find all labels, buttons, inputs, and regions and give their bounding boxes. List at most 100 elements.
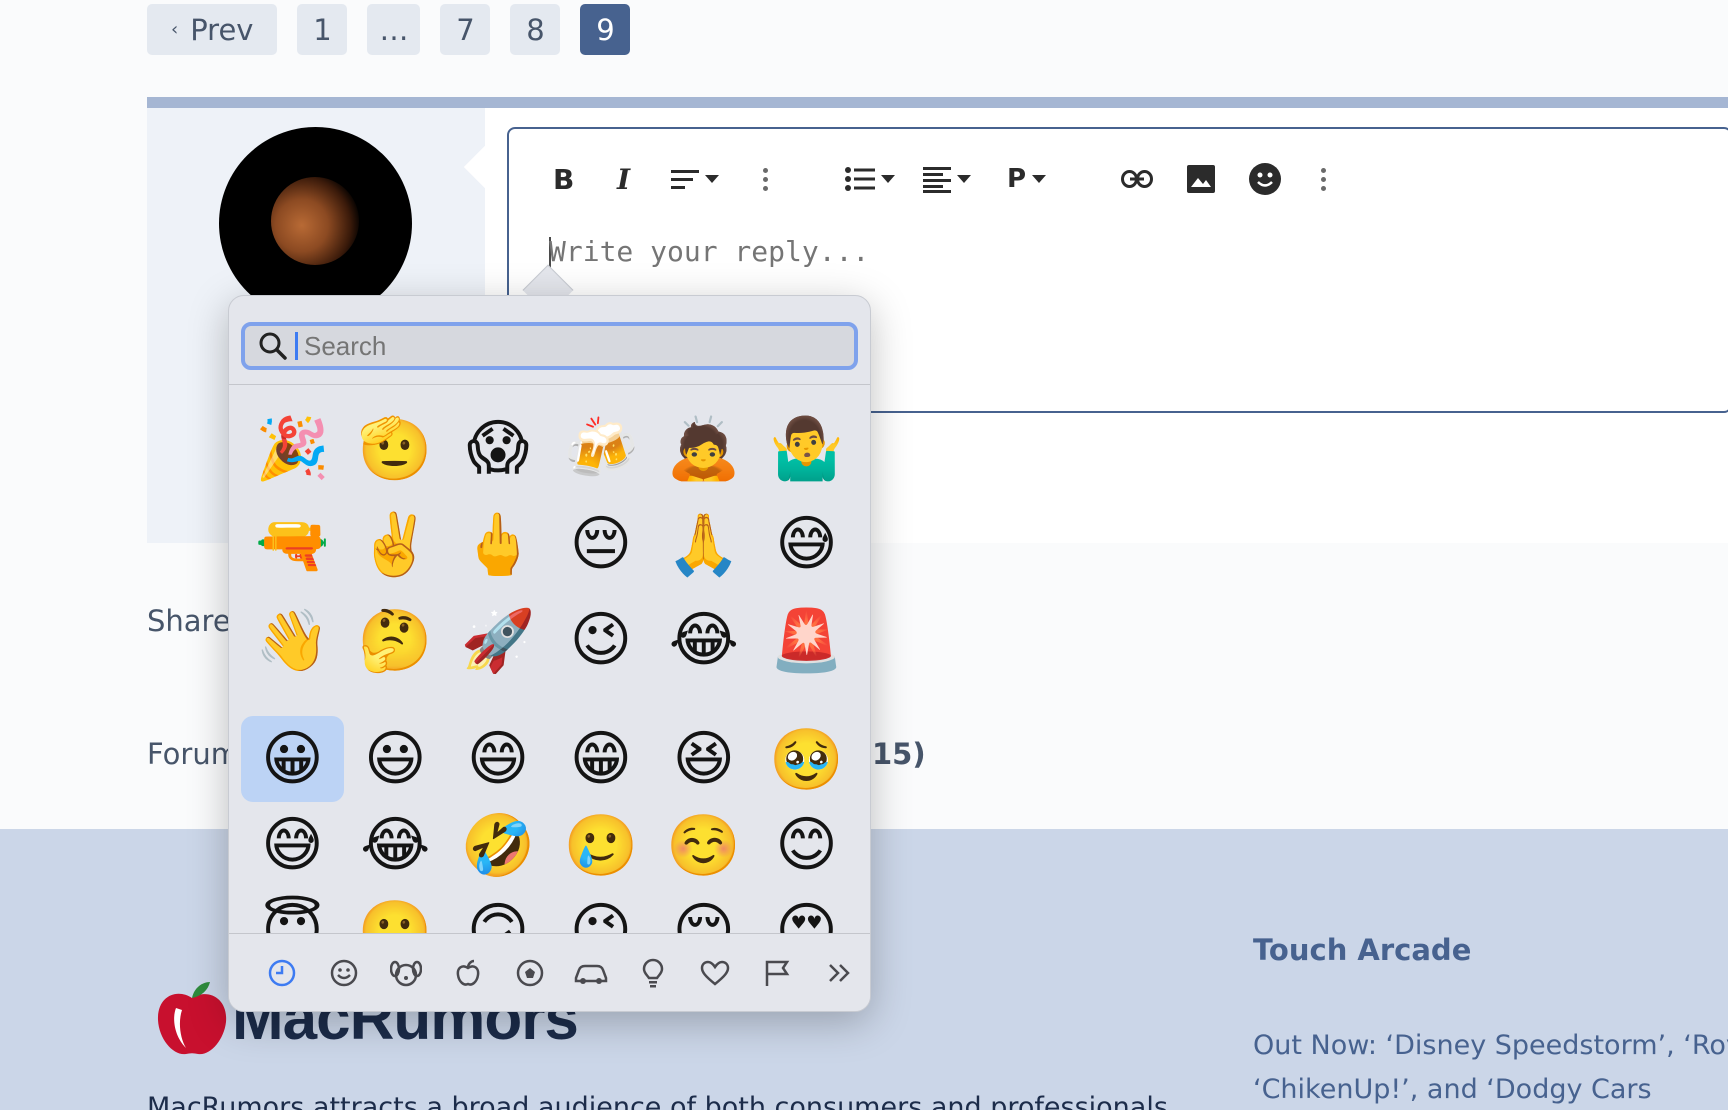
chevron-down-icon (881, 175, 895, 183)
text-lines-icon (671, 170, 699, 189)
flag-icon (765, 960, 790, 986)
touch-arcade-link[interactable]: ‘ChikenUp!’, and ‘Dodgy Cars (1253, 1074, 1652, 1105)
category-flags-tab[interactable] (746, 948, 808, 998)
soccer-ball-icon (516, 959, 543, 986)
emoji-cell[interactable]: 😊 (755, 802, 858, 888)
more-insert-button[interactable] (1321, 159, 1326, 199)
emoji-cell[interactable]: 😅 (755, 496, 858, 592)
paragraph-icon: P (1007, 164, 1027, 194)
smiley-icon (1249, 163, 1281, 195)
vertical-dots-icon (763, 167, 768, 191)
category-smileys-tab[interactable] (313, 948, 375, 998)
emoji-cell[interactable]: 🥹 (755, 716, 858, 802)
emoji-cell[interactable]: ☺️ (652, 802, 755, 888)
avatar-planet-image (271, 177, 359, 265)
heart-icon (701, 960, 730, 986)
vertical-dots-icon (1321, 167, 1326, 191)
page-7-button[interactable]: 7 (440, 4, 491, 55)
apple-logo-icon (157, 982, 227, 1055)
emoji-cell[interactable]: ✌️ (344, 496, 447, 592)
emoji-cell[interactable]: 🔫 (241, 496, 344, 592)
emoji-cell[interactable]: 😆 (652, 716, 755, 802)
double-chevron-right-icon (829, 963, 850, 982)
page-9-button[interactable]: 9 (580, 4, 631, 55)
emoji-category-bar (229, 933, 870, 1011)
emoji-cell-selected[interactable]: 😀 (241, 716, 344, 802)
emoji-cell[interactable]: 🖕 (447, 496, 550, 592)
insert-link-button[interactable] (1121, 159, 1153, 199)
emoji-cell[interactable]: 🎉 (241, 400, 344, 496)
emoji-cell[interactable]: 😂 (652, 592, 755, 688)
emoji-search-input[interactable] (304, 330, 804, 362)
touch-arcade-title[interactable]: Touch Arcade (1253, 933, 1471, 967)
picker-divider (229, 384, 870, 385)
insert-emoji-button[interactable] (1249, 159, 1281, 199)
recent-emoji-grid: 🎉 🫡 😱 🍻 🙇 🤷‍♂️ 🔫 ✌️ 🖕 😔 🙏 😅 👋 🤔 🚀 😉 😂 🚨 (241, 400, 858, 688)
emoji-cell[interactable]: 🤣 (447, 802, 550, 888)
touch-arcade-link[interactable]: Out Now: ‘Disney Speedstorm’, ‘Roy (1253, 1030, 1728, 1061)
reply-textarea[interactable] (549, 235, 1249, 268)
bold-icon: B (553, 162, 575, 196)
text-align-button[interactable] (671, 159, 719, 199)
avatar[interactable] (219, 127, 412, 320)
emoji-cell[interactable]: 😉 (550, 592, 653, 688)
paragraph-format-button[interactable]: P (1007, 159, 1047, 199)
emoji-cell[interactable]: 😂 (344, 802, 447, 888)
emoji-cell[interactable]: 😄 (447, 716, 550, 802)
emoji-cell[interactable]: 🤷‍♂️ (755, 400, 858, 496)
share-label: Share (147, 604, 231, 638)
alignment-button[interactable] (923, 159, 971, 199)
chevron-down-icon (957, 175, 971, 183)
search-caret (295, 332, 298, 360)
emoji-cell[interactable]: 🥲 (550, 802, 653, 888)
emoji-cell[interactable]: 😱 (447, 400, 550, 496)
category-more-tab[interactable] (808, 948, 870, 998)
bold-button[interactable]: B (553, 159, 574, 199)
emoji-cell[interactable]: 🤔 (344, 592, 447, 688)
category-objects-tab[interactable] (622, 948, 684, 998)
emoji-cell[interactable]: 🚨 (755, 592, 858, 688)
category-animals-tab[interactable] (375, 948, 437, 998)
emoji-cell[interactable]: 🙏 (652, 496, 755, 592)
list-button[interactable] (845, 159, 895, 199)
search-icon (259, 332, 287, 360)
forum-label: Forum (147, 737, 239, 771)
clock-icon (268, 959, 296, 986)
dog-icon (389, 960, 422, 986)
category-recent-tab[interactable] (251, 948, 313, 998)
emoji-cell[interactable]: 😅 (241, 802, 344, 888)
pagination: ‹ Prev 1 … 7 8 9 (147, 4, 631, 55)
apple-icon (456, 959, 480, 986)
emoji-cell[interactable]: 😁 (550, 716, 653, 802)
link-icon (1121, 170, 1153, 188)
prev-page-button[interactable]: ‹ Prev (147, 4, 278, 55)
emoji-cell[interactable]: 😔 (550, 496, 653, 592)
editor-toolbar: B I P (509, 129, 1728, 225)
category-travel-tab[interactable] (561, 948, 623, 998)
emoji-cell[interactable]: 😃 (344, 716, 447, 802)
prev-label: Prev (190, 12, 254, 47)
smiley-face-icon (330, 959, 358, 986)
footer-description: MacRumors attracts a broad audience of b… (147, 1092, 1168, 1110)
emoji-cell[interactable]: 🙇 (652, 400, 755, 496)
page-8-button[interactable]: 8 (510, 4, 561, 55)
category-activity-tab[interactable] (499, 948, 561, 998)
category-food-tab[interactable] (437, 948, 499, 998)
list-icon (845, 167, 875, 191)
emoji-cell[interactable]: 🫡 (344, 400, 447, 496)
emoji-cell[interactable]: 🚀 (447, 592, 550, 688)
italic-button[interactable]: I (617, 159, 630, 199)
page-1-button[interactable]: 1 (297, 4, 348, 55)
category-symbols-tab[interactable] (684, 948, 746, 998)
lightbulb-icon (643, 958, 664, 987)
emoji-cell[interactable]: 🍻 (550, 400, 653, 496)
chevron-down-icon (705, 175, 719, 183)
page-ellipsis-button[interactable]: … (367, 4, 421, 55)
emoji-search-box[interactable] (241, 322, 858, 370)
align-left-icon (923, 167, 951, 193)
insert-image-button[interactable] (1187, 159, 1215, 199)
emoji-cell[interactable]: 👋 (241, 592, 344, 688)
car-icon (575, 964, 608, 984)
more-options-button[interactable] (763, 159, 768, 199)
italic-icon: I (617, 162, 631, 196)
